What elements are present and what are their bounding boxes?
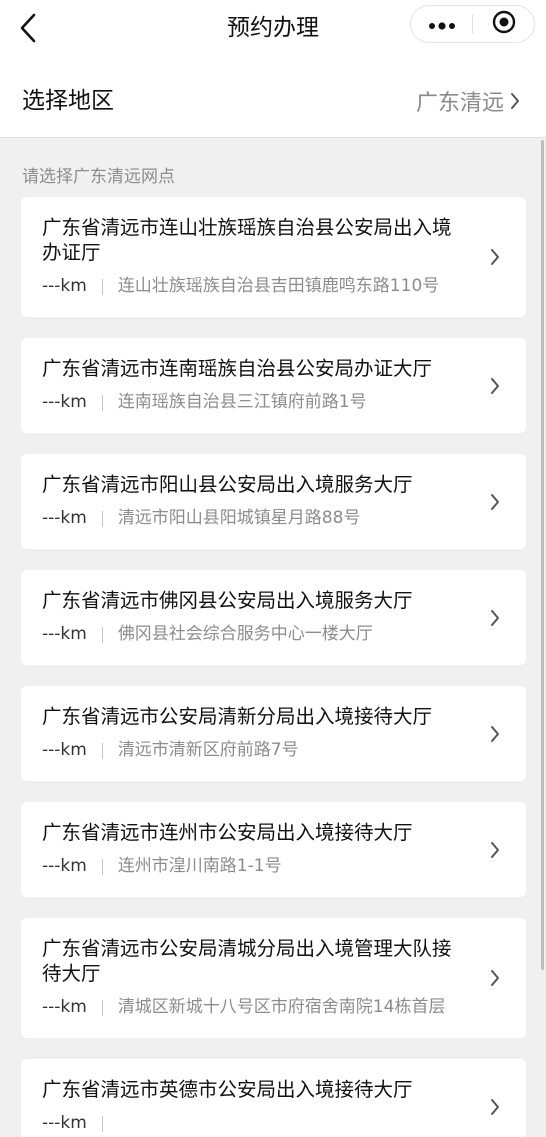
office-card[interactable]: 广东省清远市佛冈县公安局出入境服务大厅 ---km 佛冈县社会综合服务中心一楼大… — [21, 570, 526, 665]
office-address: 连南瑶族自治县三江镇府前路1号 — [117, 392, 367, 412]
office-meta: ---km 佛冈县社会综合服务中心一楼大厅 — [42, 623, 456, 645]
office-name: 广东省清远市连南瑶族自治县公安局办证大厅 — [42, 357, 433, 380]
close-button[interactable] — [473, 6, 534, 42]
office-distance: ---km — [42, 1113, 87, 1133]
office-name: 广东省清远市英德市公安局出入境接待大厅 — [42, 1078, 413, 1101]
chevron-right-icon — [490, 1098, 500, 1116]
meta-divider — [101, 1116, 103, 1132]
chevron-right-icon — [490, 725, 500, 743]
chevron-right-icon — [490, 969, 500, 987]
more-dots-icon — [428, 15, 456, 34]
office-card[interactable]: 广东省清远市阳山县公安局出入境服务大厅 ---km 清远市阳山县阳城镇星月路88… — [21, 454, 526, 549]
meta-divider — [101, 859, 103, 875]
more-button[interactable] — [411, 6, 472, 42]
chevron-right-icon — [490, 493, 500, 511]
office-meta: ---km 连山壮族瑶族自治县吉田镇鹿鸣东路110号 — [42, 275, 456, 297]
chevron-right-icon — [510, 92, 520, 110]
office-meta: ---km 清城区新城十八号区市府宿舍南院14栋首层 — [42, 996, 456, 1018]
meta-divider — [101, 1000, 103, 1016]
office-meta: ---km 清远市清新区府前路7号 — [42, 739, 456, 761]
chevron-right-icon — [490, 377, 500, 395]
office-address: 连山壮族瑶族自治县吉田镇鹿鸣东路110号 — [117, 276, 440, 296]
chevron-right-icon — [490, 248, 500, 266]
office-card[interactable]: 广东省清远市连山壮族瑶族自治县公安局出入境办证厅 ---km 连山壮族瑶族自治县… — [21, 197, 526, 317]
scrollbar[interactable] — [541, 140, 544, 970]
office-name: 广东省清远市连州市公安局出入境接待大厅 — [42, 821, 413, 844]
meta-divider — [101, 743, 103, 759]
mini-program-close-icon — [492, 10, 516, 38]
meta-divider — [101, 511, 103, 527]
office-address: 清远市清新区府前路7号 — [117, 740, 299, 760]
office-address: 佛冈县社会综合服务中心一楼大厅 — [117, 624, 373, 644]
office-card[interactable]: 广东省清远市公安局清新分局出入境接待大厅 ---km 清远市清新区府前路7号 — [21, 686, 526, 781]
office-distance: ---km — [42, 276, 87, 296]
region-value[interactable]: 广东清远 — [416, 56, 520, 138]
list-hint: 请选择广东清远网点 — [22, 167, 175, 187]
chevron-right-icon — [490, 609, 500, 627]
office-distance: ---km — [42, 997, 87, 1017]
office-name: 广东省清远市公安局清新分局出入境接待大厅 — [42, 705, 433, 728]
office-distance: ---km — [42, 392, 87, 412]
office-name: 广东省清远市佛冈县公安局出入境服务大厅 — [42, 589, 413, 612]
chevron-right-icon — [490, 841, 500, 859]
office-card[interactable]: 广东省清远市连南瑶族自治县公安局办证大厅 ---km 连南瑶族自治县三江镇府前路… — [21, 338, 526, 433]
office-meta: ---km — [42, 1112, 456, 1134]
page: 预约办理 选择地区 广东清远 请选择广东清远网点 广东省清远市连山壮族瑶族自治县… — [0, 0, 546, 1137]
mini-program-capsule — [410, 5, 535, 43]
office-name: 广东省清远市连山壮族瑶族自治县公安局出入境办证厅 — [42, 216, 452, 264]
office-meta: ---km 清远市阳山县阳城镇星月路88号 — [42, 507, 456, 529]
meta-divider — [101, 627, 103, 643]
region-selector[interactable]: 选择地区 广东清远 — [0, 56, 546, 138]
office-name: 广东省清远市阳山县公安局出入境服务大厅 — [42, 473, 413, 496]
office-distance: ---km — [42, 740, 87, 760]
office-address: 清城区新城十八号区市府宿舍南院14栋首层 — [117, 997, 446, 1017]
office-card[interactable]: 广东省清远市英德市公安局出入境接待大厅 ---km — [21, 1059, 526, 1137]
office-address: 清远市阳山县阳城镇星月路88号 — [117, 508, 361, 528]
meta-divider — [101, 395, 103, 411]
office-list: 广东省清远市连山壮族瑶族自治县公安局出入境办证厅 ---km 连山壮族瑶族自治县… — [21, 197, 526, 1137]
office-name: 广东省清远市公安局清城分局出入境管理大队接待大厅 — [42, 937, 452, 985]
navbar: 预约办理 — [0, 0, 546, 56]
office-meta: ---km 连南瑶族自治县三江镇府前路1号 — [42, 391, 456, 413]
office-meta: ---km 连州市湟川南路1-1号 — [42, 855, 456, 877]
region-label: 选择地区 — [22, 88, 114, 114]
office-address: 连州市湟川南路1-1号 — [117, 856, 282, 876]
selected-region: 广东清远 — [415, 91, 504, 116]
office-card[interactable]: 广东省清远市公安局清城分局出入境管理大队接待大厅 ---km 清城区新城十八号区… — [21, 918, 526, 1038]
office-distance: ---km — [42, 856, 87, 876]
meta-divider — [101, 279, 103, 295]
office-card[interactable]: 广东省清远市连州市公安局出入境接待大厅 ---km 连州市湟川南路1-1号 — [21, 802, 526, 897]
office-distance: ---km — [42, 624, 87, 644]
office-distance: ---km — [42, 508, 87, 528]
